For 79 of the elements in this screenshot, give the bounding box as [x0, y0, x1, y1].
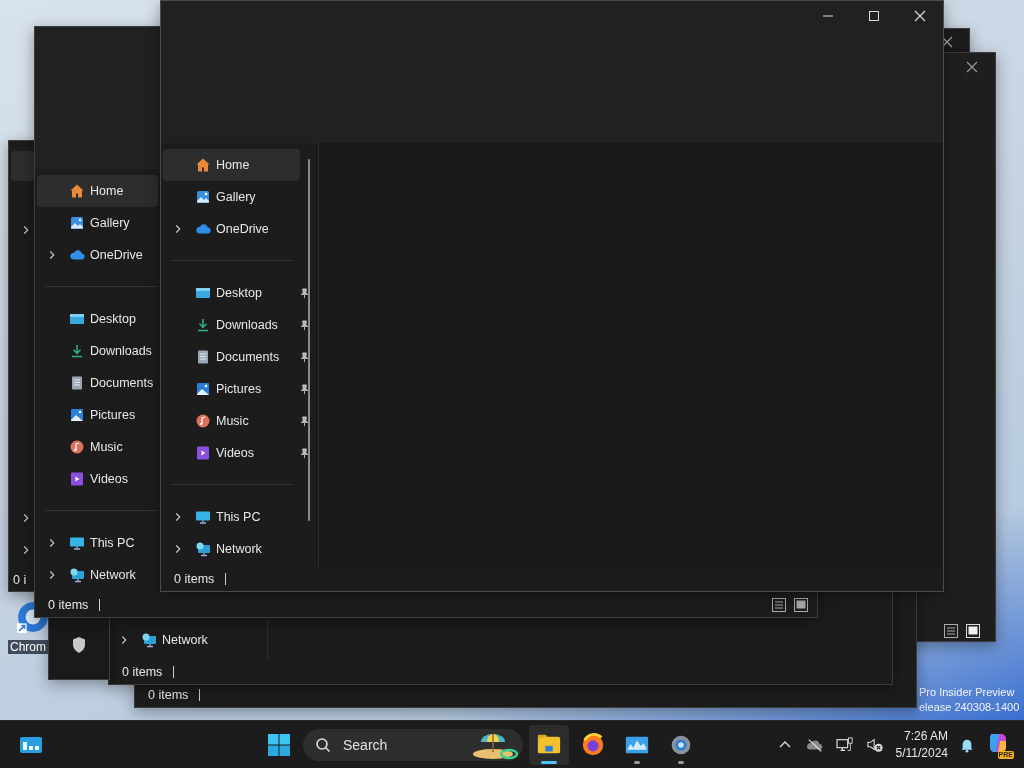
sidebar-item[interactable]: Downloads: [163, 309, 300, 341]
sidebar-item[interactable]: Home: [37, 175, 158, 207]
date-text: 5/11/2024: [895, 744, 948, 762]
sidebar-item[interactable]: Gallery: [163, 181, 300, 213]
sidebar-item[interactable]: Gallery: [37, 207, 158, 239]
sidebar-item[interactable]: OneDrive: [163, 213, 300, 245]
shortcut-label[interactable]: Chrom: [8, 640, 48, 654]
music-icon: [195, 413, 211, 429]
document-icon: [69, 375, 85, 391]
video-icon: [69, 471, 85, 487]
cloud-off-icon[interactable]: [805, 736, 824, 753]
sidebar-item[interactable]: This PC: [163, 501, 300, 533]
cloud-icon: [69, 247, 85, 263]
sidebar-item[interactable]: Videos: [163, 437, 300, 469]
sidebar-item[interactable]: Network: [163, 533, 300, 565]
cloud-icon: [195, 221, 211, 237]
taskbar-app-button[interactable]: [529, 724, 569, 765]
home-icon: [69, 183, 85, 199]
details-view-icon[interactable]: [771, 597, 787, 613]
download-icon: [195, 317, 211, 333]
pin-icon[interactable]: [299, 383, 310, 395]
sidebar-item[interactable]: Documents: [37, 367, 158, 399]
browser-icon: [580, 731, 606, 758]
status-text: 0 i: [13, 573, 27, 587]
status-text: 0 items: [122, 665, 163, 679]
sidebar-item[interactable]: OneDrive: [37, 239, 158, 271]
close-icon[interactable]: [966, 61, 978, 73]
desktop-folder-icon: [195, 285, 211, 301]
clock[interactable]: 7:26 AM 5/11/2024: [895, 727, 948, 762]
watermark-text: elease 240308-1400: [919, 700, 1020, 715]
gallery-icon: [69, 215, 85, 231]
desktop-folder-icon: [69, 311, 85, 327]
sidebar-item[interactable]: Desktop: [37, 303, 158, 335]
search-field[interactable]: Search: [303, 728, 523, 761]
monitor-icon: [69, 535, 85, 551]
network-monitor-icon[interactable]: [835, 736, 854, 753]
sidebar-item[interactable]: Documents: [163, 341, 300, 373]
shield-icon: [71, 636, 87, 654]
status-text: 0 items: [148, 688, 189, 702]
sidebar-item[interactable]: Pictures: [163, 373, 300, 405]
sidebar-item[interactable]: Home: [163, 149, 300, 181]
pin-icon[interactable]: [299, 415, 310, 427]
search-input[interactable]: Search: [341, 735, 455, 754]
time-text: 7:26 AM: [903, 727, 948, 745]
sidebar-item[interactable]: Network: [37, 559, 158, 591]
sidebar-item[interactable]: Music: [163, 405, 300, 437]
network-icon: [195, 541, 211, 557]
sidebar-item[interactable]: Videos: [37, 463, 158, 495]
sidebar-item[interactable]: Network: [109, 624, 249, 656]
gallery-icon: [195, 189, 211, 205]
speaker-muted-icon[interactable]: [865, 736, 884, 753]
watermark-text: Pro Insider Preview: [919, 685, 1016, 700]
widgets-icon[interactable]: [19, 734, 43, 755]
status-text: 0 items: [48, 598, 89, 612]
sidebar-item[interactable]: Music: [37, 431, 158, 463]
sidebar-item[interactable]: Desktop: [163, 277, 300, 309]
tiles-view-icon[interactable]: [793, 597, 809, 613]
sidebar-item[interactable]: This PC: [37, 527, 158, 559]
close-icon[interactable]: [941, 36, 953, 48]
sidebar-item[interactable]: Downloads: [37, 335, 158, 367]
search-icon: [315, 736, 331, 753]
pin-icon[interactable]: [299, 319, 310, 331]
document-icon: [195, 349, 211, 365]
scrollbar[interactable]: [308, 159, 310, 521]
pin-icon[interactable]: [299, 447, 310, 459]
video-icon: [195, 445, 211, 461]
pin-icon[interactable]: [299, 287, 310, 299]
picture-icon: [69, 407, 85, 423]
home-icon: [195, 157, 211, 173]
picture-icon: [195, 381, 211, 397]
download-icon: [69, 343, 85, 359]
status-text: 0 items: [174, 572, 215, 586]
music-icon: [69, 439, 85, 455]
details-view-icon[interactable]: [943, 623, 959, 639]
network-icon: [141, 632, 157, 648]
pin-icon[interactable]: [299, 351, 310, 363]
sidebar-item[interactable]: Pictures: [37, 399, 158, 431]
monitor-icon: [195, 509, 211, 525]
network-icon: [69, 567, 85, 583]
